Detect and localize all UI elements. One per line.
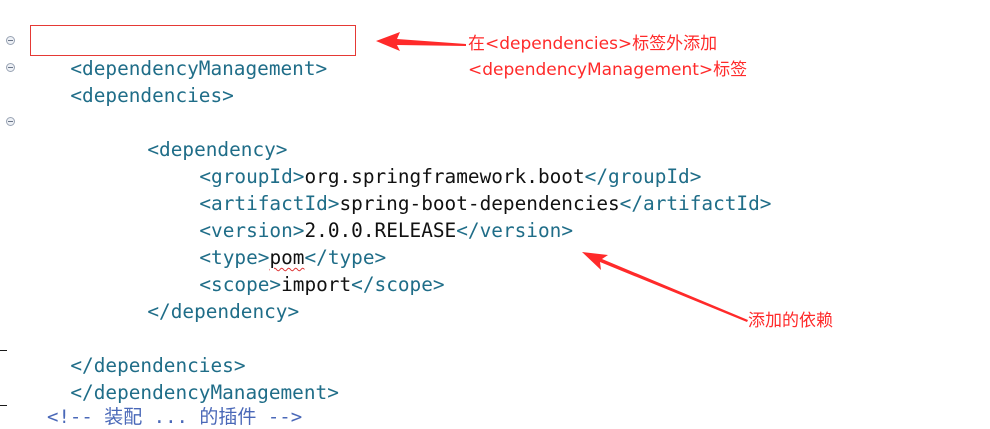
arrow-bottom: [582, 252, 748, 322]
annotation-arrows: [376, 32, 748, 322]
arrow-top: [376, 32, 466, 51]
